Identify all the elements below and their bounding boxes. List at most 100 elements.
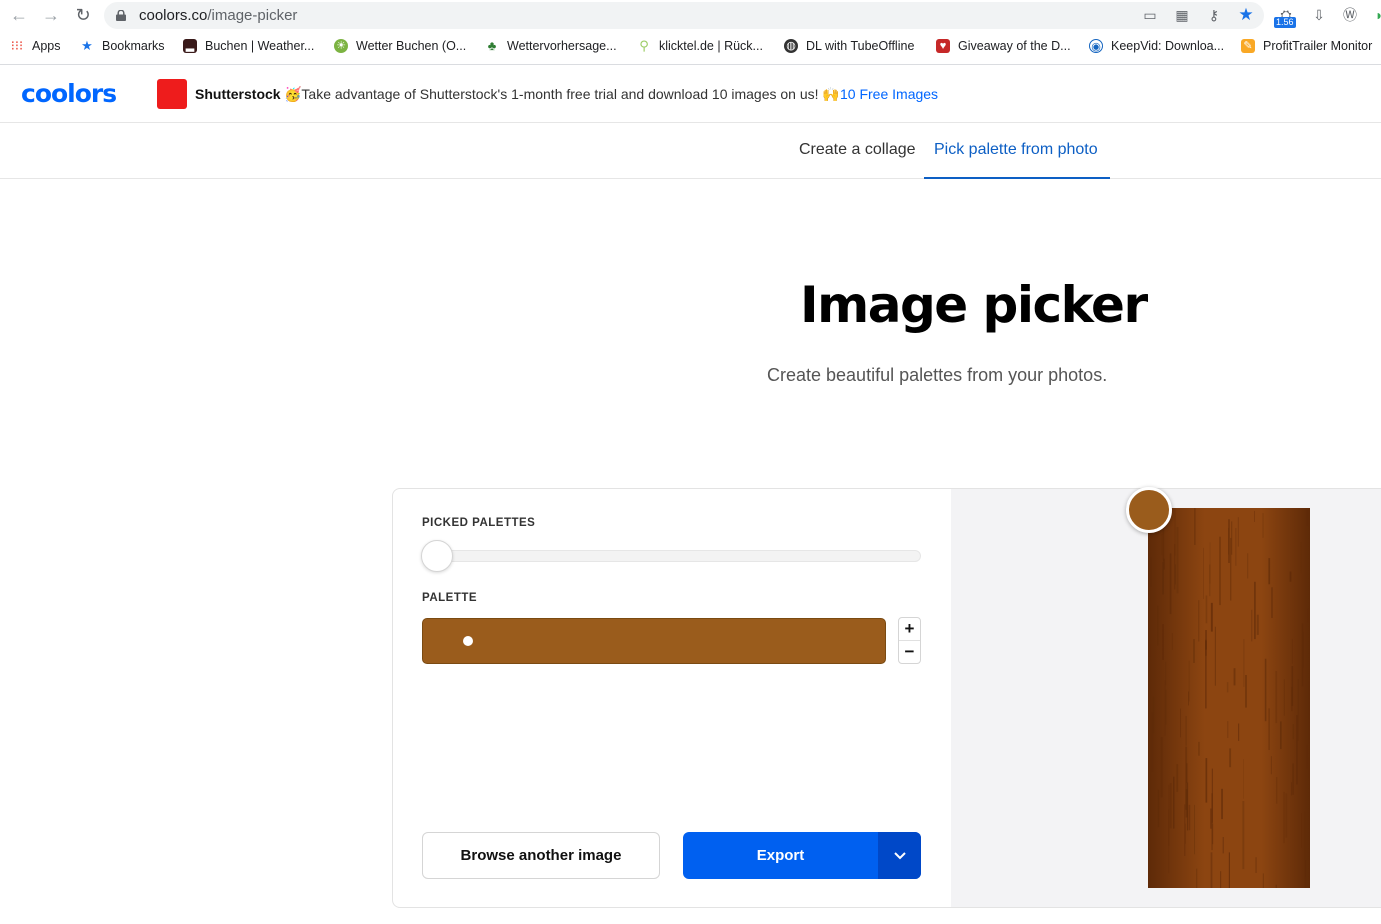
add-color-button[interactable]: + xyxy=(899,618,920,640)
bookmark-label: Giveaway of the D... xyxy=(958,39,1071,53)
weather-sun-icon: ☀ xyxy=(334,39,348,53)
wood-grain-line xyxy=(1205,758,1208,803)
wood-grain-line xyxy=(1188,691,1189,706)
wood-grain-line xyxy=(1242,801,1245,870)
bookmark-bookmarks[interactable]: ★ Bookmarks xyxy=(80,39,165,54)
page-title: Image picker xyxy=(800,276,1148,334)
lock-icon xyxy=(116,10,126,21)
wood-grain-line xyxy=(1300,542,1302,574)
wood-grain-line xyxy=(1254,510,1255,522)
wood-grain-line xyxy=(1275,671,1278,724)
export-dropdown-button[interactable] xyxy=(878,832,921,879)
wood-grain-line xyxy=(1185,823,1186,844)
wood-grain-line xyxy=(1268,708,1270,750)
export-button[interactable]: Export xyxy=(683,832,878,879)
wood-grain-line xyxy=(1230,537,1232,601)
wood-grain-line xyxy=(1255,857,1257,873)
coolors-logo[interactable]: coolors xyxy=(21,79,117,108)
wood-grain-line xyxy=(1291,638,1293,664)
remove-color-button[interactable]: − xyxy=(899,641,920,663)
wood-grain-line xyxy=(1188,804,1191,831)
palettes-slider-track[interactable] xyxy=(422,550,921,562)
wood-grain-line xyxy=(1289,571,1292,582)
apps-grid-icon: ⁝⁝⁝ xyxy=(10,38,24,53)
browse-image-button[interactable]: Browse another image xyxy=(422,832,660,879)
wood-grain-line xyxy=(1245,675,1247,708)
shield-icon[interactable]: ◗ xyxy=(1370,6,1381,24)
bookmark-buchen-weather[interactable]: ▂ Buchen | Weather... xyxy=(183,39,314,53)
wood-grain-line xyxy=(1152,696,1155,734)
tab-pick-palette[interactable]: Pick palette from photo xyxy=(934,141,1098,159)
palettes-slider-thumb[interactable] xyxy=(421,540,453,572)
bookmark-profittrailer[interactable]: ✎ ProfitTrailer Monitor xyxy=(1241,39,1372,53)
wood-grain-line xyxy=(1169,783,1172,829)
reload-icon[interactable]: ↻ xyxy=(72,4,94,26)
ad-brand[interactable]: Shutterstock xyxy=(195,86,281,102)
palette-swatch[interactable] xyxy=(422,618,886,664)
wood-grain-line xyxy=(1203,547,1204,599)
free-images-link[interactable]: 10 Free Images xyxy=(840,86,938,102)
shutterstock-logo[interactable] xyxy=(157,79,187,109)
wood-grain-line xyxy=(1262,873,1264,888)
wood-grain-line xyxy=(1268,558,1271,585)
tab-create-collage[interactable]: Create a collage xyxy=(799,141,916,159)
wood-grain-line xyxy=(1148,628,1151,657)
wood-grain-line xyxy=(1226,682,1229,693)
wood-grain-line xyxy=(1270,756,1272,775)
qr-code-icon[interactable]: ▦ xyxy=(1173,6,1191,24)
bookmark-wetter-buchen[interactable]: ☀ Wetter Buchen (O... xyxy=(334,39,466,53)
palette-label: PALETTE xyxy=(422,592,478,604)
weather-chart-icon: ▂ xyxy=(183,39,197,53)
url-host: coolors.co xyxy=(139,7,208,24)
wood-grain-line xyxy=(1306,510,1309,526)
wood-grain-line xyxy=(1276,777,1278,804)
wordpress-icon[interactable]: Ⓦ xyxy=(1341,6,1359,24)
download-icon[interactable]: ⇩ xyxy=(1310,6,1328,24)
color-picker-handle[interactable] xyxy=(1126,487,1172,533)
cast-icon[interactable]: ▭ xyxy=(1141,6,1159,24)
palm-tree-icon: ♣ xyxy=(487,38,497,53)
bookmark-klicktel[interactable]: ⚲ klicktel.de | Rück... xyxy=(637,39,763,54)
wood-grain-line xyxy=(1193,639,1195,663)
picker-panel: PICKED PALETTES PALETTE + − Browse anoth… xyxy=(392,488,952,908)
profittrailer-icon: ✎ xyxy=(1241,39,1255,53)
keepvid-icon: ◉ xyxy=(1089,39,1103,53)
wood-grain-line xyxy=(1301,623,1304,687)
forward-arrow-icon[interactable]: → xyxy=(40,4,62,26)
bookmark-apps[interactable]: ⁝⁝⁝ Apps xyxy=(10,38,61,54)
gift-icon: ♥ xyxy=(936,39,950,53)
wood-grain-line xyxy=(1254,581,1256,640)
wood-grain-line xyxy=(1184,804,1186,856)
bookmarks-bar: ⁝⁝⁝ Apps ★ Bookmarks ▂ Buchen | Weather... … xyxy=(0,31,1381,65)
wood-grain-line xyxy=(1150,557,1152,587)
uploaded-image[interactable] xyxy=(1148,508,1310,888)
back-arrow-icon[interactable]: ← xyxy=(8,4,30,26)
bookmark-tubeoffline[interactable]: ◍ DL with TubeOffline xyxy=(784,39,914,53)
address-bar[interactable]: coolors.co/image-picker xyxy=(104,2,1264,29)
image-preview-panel xyxy=(951,487,1381,908)
key-icon[interactable]: ⚷ xyxy=(1205,6,1223,24)
bookmark-giveaway[interactable]: ♥ Giveaway of the D... xyxy=(936,39,1071,53)
wood-grain-line xyxy=(1205,595,1208,624)
bookmark-label: Apps xyxy=(32,39,61,53)
wood-grain-line xyxy=(1264,658,1267,722)
wood-grain-line xyxy=(1171,633,1173,650)
wood-grain-line xyxy=(1220,871,1222,888)
wood-grain-line xyxy=(1212,823,1214,845)
wood-grain-line xyxy=(1198,741,1200,756)
wood-grain-line xyxy=(1169,553,1172,615)
wood-grain-line xyxy=(1243,639,1245,687)
bookmark-label: Bookmarks xyxy=(102,39,165,53)
wood-grain-line xyxy=(1185,715,1187,746)
wood-grain-line xyxy=(1210,852,1213,888)
wood-grain-line xyxy=(1227,721,1229,738)
bookmark-label: KeepVid: Downloa... xyxy=(1111,39,1225,53)
chevron-down-icon xyxy=(893,852,906,860)
wood-grain-line xyxy=(1210,602,1213,632)
tool-tabs: Create a collage Pick palette from photo xyxy=(0,123,1381,179)
color-handle[interactable] xyxy=(463,636,473,646)
wood-grain-line xyxy=(1243,759,1244,799)
bookmark-wettervorhersage[interactable]: ♣ Wettervorhersage... xyxy=(485,38,617,54)
bookmark-star-icon[interactable]: ★ xyxy=(1237,6,1255,24)
bookmark-keepvid[interactable]: ◉ KeepVid: Downloa... xyxy=(1089,39,1224,53)
